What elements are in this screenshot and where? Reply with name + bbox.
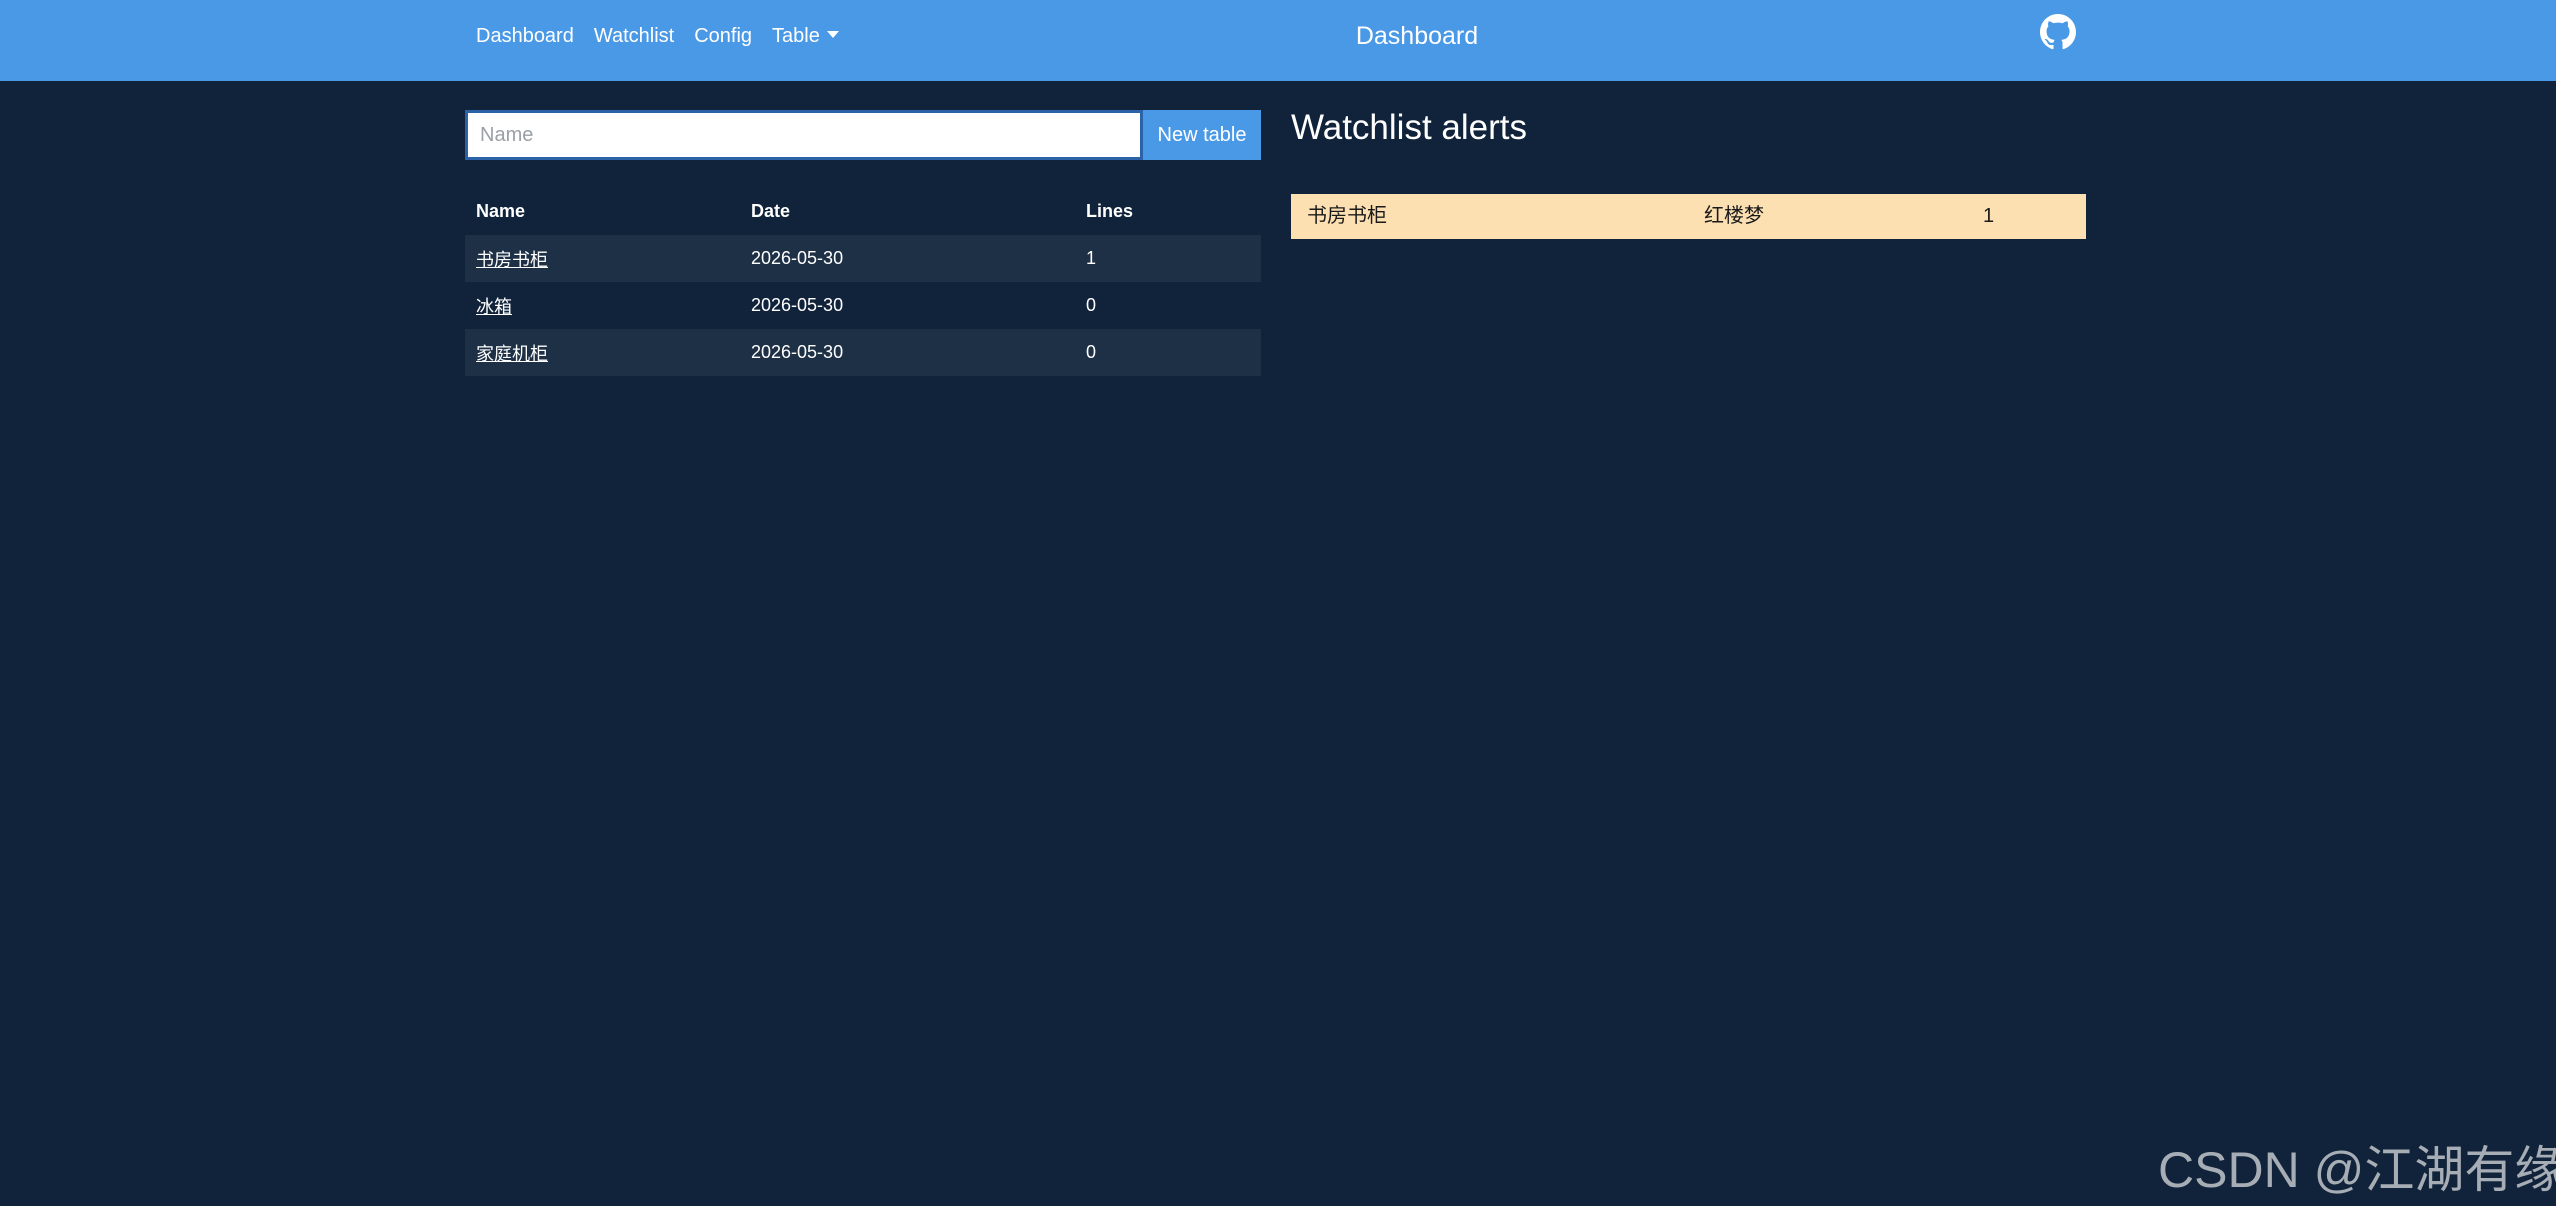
alert-row: 书房书柜 红楼梦 1 bbox=[1291, 194, 2086, 239]
table-name-link[interactable]: 家庭机柜 bbox=[476, 344, 548, 364]
github-icon[interactable] bbox=[2040, 14, 2076, 50]
column-header-lines: Lines bbox=[1075, 188, 1261, 235]
caret-down-icon bbox=[826, 30, 839, 38]
alert-item-name: 红楼梦 bbox=[1704, 205, 1764, 227]
nav-link-dashboard[interactable]: Dashboard bbox=[476, 25, 574, 48]
column-header-date: Date bbox=[740, 188, 1075, 235]
table-cell-lines: 0 bbox=[1075, 282, 1261, 329]
alert-count: 1 bbox=[1983, 205, 1995, 227]
nav-dropdown-table[interactable]: Table bbox=[772, 25, 839, 48]
table-cell-name: 冰箱 bbox=[465, 282, 740, 329]
table-cell-date: 2026-05-30 bbox=[740, 235, 1075, 282]
nav-dropdown-label: Table bbox=[772, 24, 820, 47]
table-row: 家庭机柜 2026-05-30 0 bbox=[465, 329, 1261, 376]
column-header-name: Name bbox=[465, 188, 740, 235]
watchlist-alerts-heading: Watchlist alerts bbox=[1291, 108, 1527, 147]
watermark: CSDN @江湖有缘 bbox=[2158, 1142, 2556, 1198]
new-table-form: New table bbox=[465, 110, 1261, 160]
nav-links: Dashboard Watchlist Config Table bbox=[476, 0, 859, 72]
table-name-link[interactable]: 书房书柜 bbox=[476, 250, 548, 270]
table-header-row: Name Date Lines bbox=[465, 188, 1261, 235]
table-row: 书房书柜 2026-05-30 1 bbox=[465, 235, 1261, 282]
tables-list: Name Date Lines 书房书柜 2026-05-30 1 冰箱 202… bbox=[465, 188, 1261, 376]
table-name-link[interactable]: 冰箱 bbox=[476, 297, 512, 317]
table-cell-lines: 1 bbox=[1075, 235, 1261, 282]
new-table-button[interactable]: New table bbox=[1143, 110, 1261, 160]
top-navbar: Dashboard Watchlist Config Table Dashboa… bbox=[0, 0, 2556, 81]
table-cell-name: 家庭机柜 bbox=[465, 329, 740, 376]
nav-link-config[interactable]: Config bbox=[694, 25, 752, 48]
nav-link-watchlist[interactable]: Watchlist bbox=[594, 25, 674, 48]
name-input[interactable] bbox=[465, 110, 1143, 160]
table-cell-date: 2026-05-30 bbox=[740, 282, 1075, 329]
page-title: Dashboard bbox=[1355, 22, 1479, 50]
alert-table-name: 书房书柜 bbox=[1307, 205, 1387, 227]
table-cell-name: 书房书柜 bbox=[465, 235, 740, 282]
table-row: 冰箱 2026-05-30 0 bbox=[465, 282, 1261, 329]
table-cell-date: 2026-05-30 bbox=[740, 329, 1075, 376]
table-cell-lines: 0 bbox=[1075, 329, 1261, 376]
